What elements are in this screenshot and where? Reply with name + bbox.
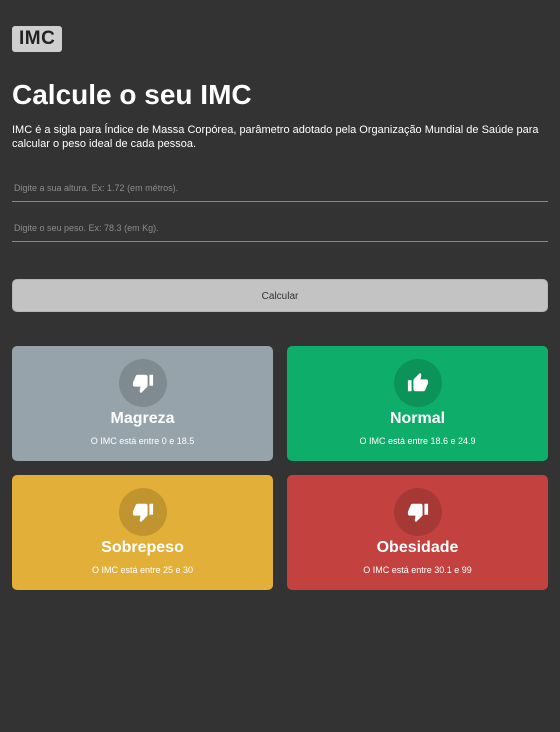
category-title: Normal	[389, 410, 446, 427]
thumbs-down-icon	[118, 488, 167, 536]
thumbs-up-icon	[393, 359, 442, 407]
category-range: O IMC está entre 0 e 18.5	[90, 436, 195, 446]
category-range: O IMC está entre 18.6 e 24.9	[359, 436, 476, 446]
category-card-magreza: Magreza O IMC está entre 0 e 18.5	[12, 346, 273, 461]
logo: IMC	[12, 26, 63, 52]
weight-input[interactable]	[12, 214, 548, 242]
category-title: Sobrepeso	[101, 539, 184, 556]
category-card-sobrepeso: Sobrepeso O IMC está entre 25 e 30	[12, 475, 273, 590]
category-card-normal: Normal O IMC está entre 18.6 e 24.9	[287, 346, 548, 461]
category-range: O IMC está entre 25 e 30	[91, 565, 194, 575]
category-range: O IMC está entre 30.1 e 99	[363, 565, 472, 575]
category-card-obesidade: Obesidade O IMC está entre 30.1 e 99	[287, 475, 548, 590]
page-description: IMC é a sigla para Índice de Massa Corpó…	[12, 124, 539, 150]
thumbs-down-icon	[118, 359, 167, 407]
category-title: Obesidade	[376, 539, 459, 556]
thumbs-down-icon	[393, 488, 442, 536]
category-title: Magreza	[110, 410, 175, 427]
calculate-button[interactable]: Calcular	[12, 279, 548, 312]
page: IMC Calcule o seu IMC IMC é a sigla para…	[0, 0, 560, 732]
page-title: Calcule o seu IMC	[12, 79, 252, 110]
height-input[interactable]	[12, 174, 548, 202]
